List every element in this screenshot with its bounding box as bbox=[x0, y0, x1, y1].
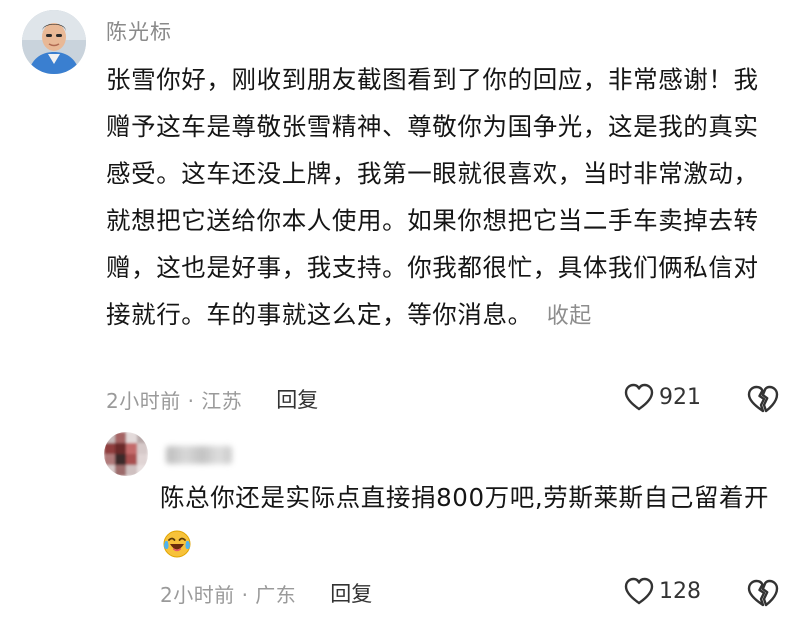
crying-laughing-emoji bbox=[163, 530, 191, 558]
like-count: 128 bbox=[659, 578, 701, 604]
username[interactable]: 陈光标 bbox=[106, 16, 172, 46]
avatar[interactable] bbox=[104, 432, 148, 476]
reply-body: 陈总你还是实际点直接捐800万吧,劳斯莱斯自己留着开 bbox=[160, 483, 770, 512]
broken-heart-icon[interactable] bbox=[746, 578, 780, 608]
like-button[interactable]: 921 bbox=[623, 382, 701, 412]
comment-text: 张雪你好，刚收到朋友截图看到了你的回应，非常感谢！我赠予这车是尊敬张雪精神、尊敬… bbox=[106, 56, 766, 340]
like-count: 921 bbox=[659, 384, 701, 410]
reply-button[interactable]: 回复 bbox=[330, 578, 372, 608]
like-button[interactable]: 128 bbox=[623, 576, 701, 606]
broken-heart-icon[interactable] bbox=[746, 384, 780, 414]
heart-outline-icon bbox=[624, 577, 654, 605]
username-blurred[interactable] bbox=[166, 446, 232, 464]
avatar-image bbox=[22, 10, 86, 74]
comment-meta: 2小时前 · 江苏 回复 bbox=[106, 382, 318, 416]
reply-time-location: 2小时前 · 广东 bbox=[160, 582, 297, 607]
avatar-image bbox=[104, 432, 148, 476]
heart-outline-icon bbox=[624, 383, 654, 411]
collapse-button[interactable]: 收起 bbox=[547, 304, 592, 329]
avatar[interactable] bbox=[22, 10, 86, 74]
comment-time-location: 2小时前 · 江苏 bbox=[106, 388, 243, 413]
reply-text: 陈总你还是实际点直接捐800万吧,劳斯莱斯自己留着开 bbox=[160, 474, 770, 568]
reply-button[interactable]: 回复 bbox=[276, 384, 318, 414]
comment-body: 张雪你好，刚收到朋友截图看到了你的回应，非常感谢！我赠予这车是尊敬张雪精神、尊敬… bbox=[106, 65, 759, 329]
reply-meta: 2小时前 · 广东 回复 bbox=[160, 576, 372, 610]
